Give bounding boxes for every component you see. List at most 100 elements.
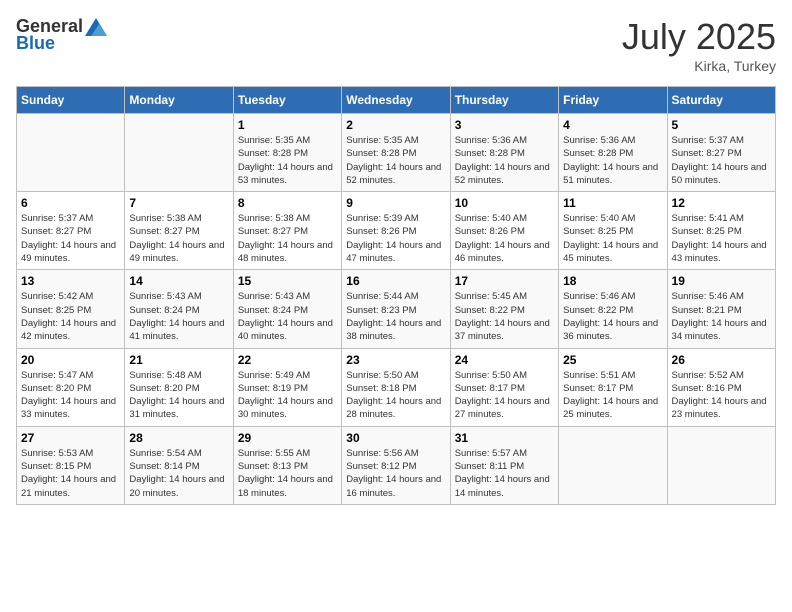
day-number: 18 (563, 274, 662, 288)
day-cell: 21 Sunrise: 5:48 AM Sunset: 8:20 PM Dayli… (125, 348, 233, 426)
day-number: 22 (238, 353, 337, 367)
col-header-saturday: Saturday (667, 87, 775, 114)
day-detail: Sunrise: 5:40 AM Sunset: 8:26 PM Dayligh… (455, 212, 554, 265)
day-detail: Sunrise: 5:39 AM Sunset: 8:26 PM Dayligh… (346, 212, 445, 265)
day-number: 30 (346, 431, 445, 445)
logo: General Blue (16, 16, 107, 54)
week-row-2: 6 Sunrise: 5:37 AM Sunset: 8:27 PM Daylig… (17, 192, 776, 270)
day-number: 25 (563, 353, 662, 367)
day-cell: 9 Sunrise: 5:39 AM Sunset: 8:26 PM Daylig… (342, 192, 450, 270)
day-detail: Sunrise: 5:52 AM Sunset: 8:16 PM Dayligh… (672, 369, 771, 422)
day-detail: Sunrise: 5:43 AM Sunset: 8:24 PM Dayligh… (129, 290, 228, 343)
day-cell: 24 Sunrise: 5:50 AM Sunset: 8:17 PM Dayli… (450, 348, 558, 426)
day-headers-row: SundayMondayTuesdayWednesdayThursdayFrid… (17, 87, 776, 114)
day-detail: Sunrise: 5:48 AM Sunset: 8:20 PM Dayligh… (129, 369, 228, 422)
logo-blue: Blue (16, 33, 55, 54)
day-detail: Sunrise: 5:50 AM Sunset: 8:18 PM Dayligh… (346, 369, 445, 422)
day-detail: Sunrise: 5:56 AM Sunset: 8:12 PM Dayligh… (346, 447, 445, 500)
col-header-sunday: Sunday (17, 87, 125, 114)
day-number: 17 (455, 274, 554, 288)
day-number: 3 (455, 118, 554, 132)
day-number: 8 (238, 196, 337, 210)
day-cell (17, 114, 125, 192)
day-cell (125, 114, 233, 192)
day-detail: Sunrise: 5:41 AM Sunset: 8:25 PM Dayligh… (672, 212, 771, 265)
col-header-monday: Monday (125, 87, 233, 114)
day-detail: Sunrise: 5:38 AM Sunset: 8:27 PM Dayligh… (129, 212, 228, 265)
day-detail: Sunrise: 5:40 AM Sunset: 8:25 PM Dayligh… (563, 212, 662, 265)
day-number: 24 (455, 353, 554, 367)
day-number: 14 (129, 274, 228, 288)
day-number: 11 (563, 196, 662, 210)
day-detail: Sunrise: 5:49 AM Sunset: 8:19 PM Dayligh… (238, 369, 337, 422)
day-cell: 22 Sunrise: 5:49 AM Sunset: 8:19 PM Dayli… (233, 348, 341, 426)
day-cell: 23 Sunrise: 5:50 AM Sunset: 8:18 PM Dayli… (342, 348, 450, 426)
day-cell: 31Sunrise: 5:57 AM Sunset: 8:11 PM Dayli… (450, 426, 558, 504)
day-detail: Sunrise: 5:43 AM Sunset: 8:24 PM Dayligh… (238, 290, 337, 343)
day-cell: 2 Sunrise: 5:35 AM Sunset: 8:28 PM Daylig… (342, 114, 450, 192)
day-detail: Sunrise: 5:54 AM Sunset: 8:14 PM Dayligh… (129, 447, 228, 500)
day-detail: Sunrise: 5:47 AM Sunset: 8:20 PM Dayligh… (21, 369, 120, 422)
day-number: 15 (238, 274, 337, 288)
day-cell: 12 Sunrise: 5:41 AM Sunset: 8:25 PM Dayli… (667, 192, 775, 270)
day-cell: 25 Sunrise: 5:51 AM Sunset: 8:17 PM Dayli… (559, 348, 667, 426)
day-cell: 5 Sunrise: 5:37 AM Sunset: 8:27 PM Daylig… (667, 114, 775, 192)
day-cell: 4Sunrise: 5:36 AM Sunset: 8:28 PM Daylig… (559, 114, 667, 192)
day-cell: 11 Sunrise: 5:40 AM Sunset: 8:25 PM Dayli… (559, 192, 667, 270)
day-detail: Sunrise: 5:37 AM Sunset: 8:27 PM Dayligh… (21, 212, 120, 265)
week-row-1: 1 Sunrise: 5:35 AM Sunset: 8:28 PM Daylig… (17, 114, 776, 192)
day-number: 6 (21, 196, 120, 210)
day-number: 29 (238, 431, 337, 445)
day-detail: Sunrise: 5:35 AM Sunset: 8:28 PM Dayligh… (238, 134, 337, 187)
day-detail: Sunrise: 5:35 AM Sunset: 8:28 PM Dayligh… (346, 134, 445, 187)
week-row-3: 13Sunrise: 5:42 AM Sunset: 8:25 PM Dayli… (17, 270, 776, 348)
day-number: 5 (672, 118, 771, 132)
col-header-thursday: Thursday (450, 87, 558, 114)
day-number: 21 (129, 353, 228, 367)
day-number: 16 (346, 274, 445, 288)
day-cell: 19 Sunrise: 5:46 AM Sunset: 8:21 PM Dayli… (667, 270, 775, 348)
day-number: 28 (129, 431, 228, 445)
day-number: 9 (346, 196, 445, 210)
day-detail: Sunrise: 5:36 AM Sunset: 8:28 PM Dayligh… (455, 134, 554, 187)
day-cell: 17 Sunrise: 5:45 AM Sunset: 8:22 PM Dayli… (450, 270, 558, 348)
week-row-4: 20 Sunrise: 5:47 AM Sunset: 8:20 PM Dayli… (17, 348, 776, 426)
day-number: 19 (672, 274, 771, 288)
day-cell: 3 Sunrise: 5:36 AM Sunset: 8:28 PM Daylig… (450, 114, 558, 192)
day-cell: 18 Sunrise: 5:46 AM Sunset: 8:22 PM Dayli… (559, 270, 667, 348)
day-detail: Sunrise: 5:44 AM Sunset: 8:23 PM Dayligh… (346, 290, 445, 343)
page-header: General Blue July 2025 Kirka, Turkey (16, 16, 776, 74)
day-cell: 30 Sunrise: 5:56 AM Sunset: 8:12 PM Dayli… (342, 426, 450, 504)
title-block: July 2025 Kirka, Turkey (622, 16, 776, 74)
day-number: 1 (238, 118, 337, 132)
col-header-tuesday: Tuesday (233, 87, 341, 114)
week-row-5: 27Sunrise: 5:53 AM Sunset: 8:15 PM Dayli… (17, 426, 776, 504)
day-cell: 14 Sunrise: 5:43 AM Sunset: 8:24 PM Dayli… (125, 270, 233, 348)
col-header-wednesday: Wednesday (342, 87, 450, 114)
day-cell: 26Sunrise: 5:52 AM Sunset: 8:16 PM Dayli… (667, 348, 775, 426)
day-cell: 10 Sunrise: 5:40 AM Sunset: 8:26 PM Dayli… (450, 192, 558, 270)
day-number: 13 (21, 274, 120, 288)
calendar-location: Kirka, Turkey (622, 58, 776, 74)
day-cell (667, 426, 775, 504)
day-detail: Sunrise: 5:36 AM Sunset: 8:28 PM Dayligh… (563, 134, 662, 187)
col-header-friday: Friday (559, 87, 667, 114)
day-cell: 8 Sunrise: 5:38 AM Sunset: 8:27 PM Daylig… (233, 192, 341, 270)
day-number: 2 (346, 118, 445, 132)
day-cell: 27Sunrise: 5:53 AM Sunset: 8:15 PM Dayli… (17, 426, 125, 504)
day-detail: Sunrise: 5:50 AM Sunset: 8:17 PM Dayligh… (455, 369, 554, 422)
day-cell: 29Sunrise: 5:55 AM Sunset: 8:13 PM Dayli… (233, 426, 341, 504)
day-number: 23 (346, 353, 445, 367)
day-detail: Sunrise: 5:46 AM Sunset: 8:22 PM Dayligh… (563, 290, 662, 343)
day-detail: Sunrise: 5:51 AM Sunset: 8:17 PM Dayligh… (563, 369, 662, 422)
day-number: 12 (672, 196, 771, 210)
day-number: 20 (21, 353, 120, 367)
calendar-table: SundayMondayTuesdayWednesdayThursdayFrid… (16, 86, 776, 505)
day-detail: Sunrise: 5:53 AM Sunset: 8:15 PM Dayligh… (21, 447, 120, 500)
day-detail: Sunrise: 5:38 AM Sunset: 8:27 PM Dayligh… (238, 212, 337, 265)
day-number: 10 (455, 196, 554, 210)
day-detail: Sunrise: 5:37 AM Sunset: 8:27 PM Dayligh… (672, 134, 771, 187)
day-cell: 13Sunrise: 5:42 AM Sunset: 8:25 PM Dayli… (17, 270, 125, 348)
day-detail: Sunrise: 5:45 AM Sunset: 8:22 PM Dayligh… (455, 290, 554, 343)
day-detail: Sunrise: 5:46 AM Sunset: 8:21 PM Dayligh… (672, 290, 771, 343)
